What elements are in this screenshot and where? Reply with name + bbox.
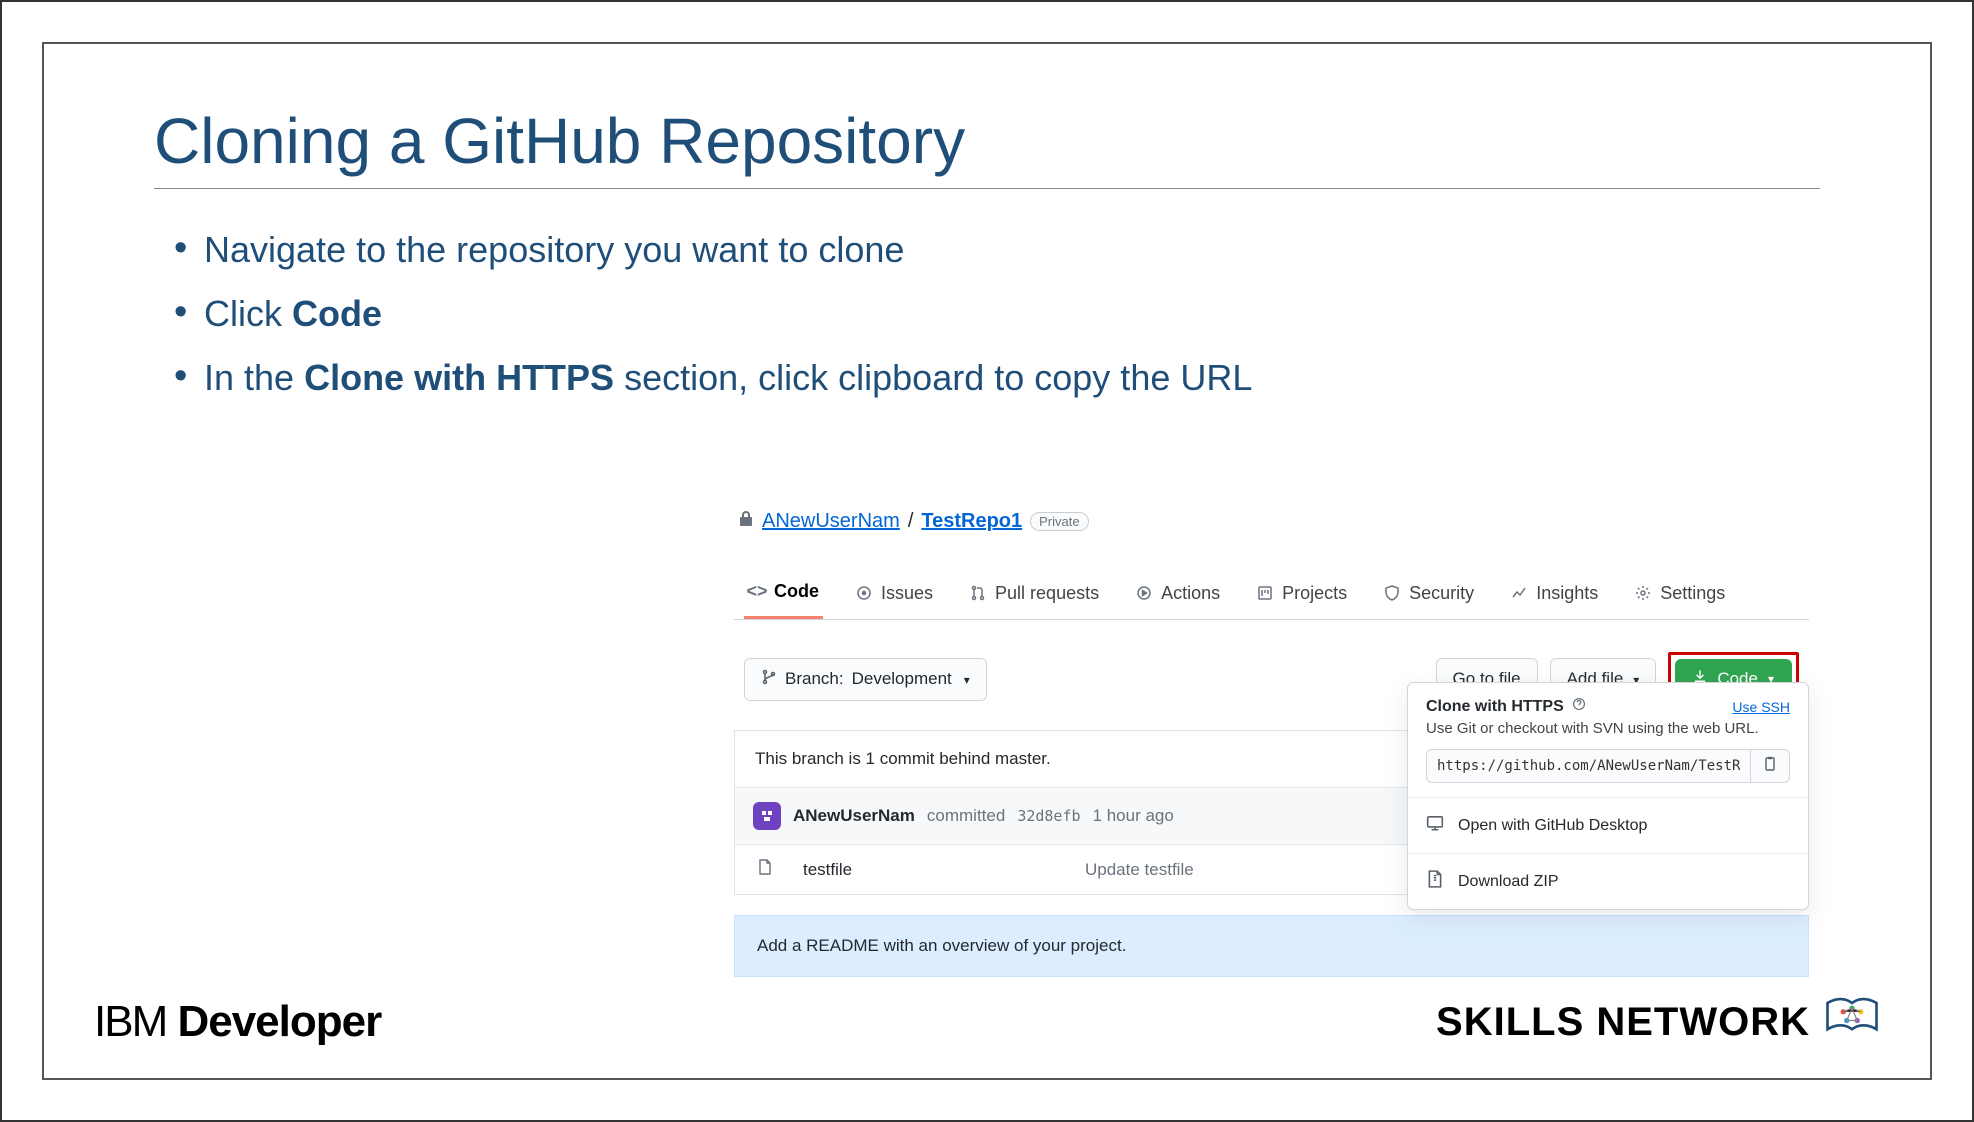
- tab-projects-label: Projects: [1282, 583, 1347, 604]
- lock-icon: [738, 510, 754, 533]
- zip-icon: [1426, 870, 1444, 893]
- commit-time: 1 hour ago: [1093, 806, 1174, 826]
- gear-icon: [1634, 584, 1652, 602]
- tab-pulls-label: Pull requests: [995, 583, 1099, 604]
- clone-popover-title: Clone with HTTPS: [1426, 698, 1564, 716]
- bullet-3-post: section, click clipboard to copy the URL: [614, 357, 1252, 398]
- bullet-1-text: Navigate to the repository you want to c…: [204, 229, 904, 270]
- ibm-text: IBM: [94, 997, 166, 1046]
- book-icon: [1824, 996, 1880, 1048]
- repo-separator: /: [908, 510, 914, 533]
- tab-issues-label: Issues: [881, 583, 933, 604]
- issue-icon: [855, 584, 873, 602]
- commit-sha: 32d8efb: [1017, 807, 1080, 825]
- branch-selector[interactable]: Branch: Development: [744, 658, 987, 701]
- open-desktop-item[interactable]: Open with GitHub Desktop: [1408, 797, 1808, 853]
- file-commit-message: Update testfile: [1085, 860, 1194, 880]
- tab-code-label: Code: [774, 581, 819, 602]
- tab-settings[interactable]: Settings: [1630, 567, 1729, 619]
- tab-settings-label: Settings: [1660, 583, 1725, 604]
- repo-tabs: <> Code Issues Pull requests: [734, 567, 1809, 620]
- visibility-badge: Private: [1030, 512, 1088, 531]
- slide-title: Cloning a GitHub Repository: [154, 104, 1820, 189]
- tab-actions[interactable]: Actions: [1131, 567, 1224, 619]
- file-icon: [757, 859, 773, 880]
- tab-projects[interactable]: Projects: [1252, 567, 1351, 619]
- skills-network-text: SKILLS NETWORK: [1436, 1000, 1810, 1045]
- open-desktop-label: Open with GitHub Desktop: [1458, 817, 1647, 835]
- repo-owner-link[interactable]: ANewUserNam: [762, 510, 900, 533]
- code-icon: <>: [748, 583, 766, 601]
- copy-url-button[interactable]: [1751, 749, 1790, 783]
- bullet-3-bold: Clone with HTTPS: [304, 357, 614, 398]
- bullet-3: In the Clone with HTTPS section, click c…: [174, 357, 1820, 399]
- avatar: [753, 802, 781, 830]
- tab-code[interactable]: <> Code: [744, 567, 823, 619]
- tab-issues[interactable]: Issues: [851, 567, 937, 619]
- commit-user: ANewUserNam: [793, 806, 915, 826]
- tab-insights-label: Insights: [1536, 583, 1598, 604]
- tab-actions-label: Actions: [1161, 583, 1220, 604]
- shield-icon: [1383, 584, 1401, 602]
- repo-name-link[interactable]: TestRepo1: [921, 510, 1022, 533]
- chevron-down-icon: [960, 669, 970, 689]
- bullet-2-bold: Code: [292, 293, 382, 334]
- github-screenshot: ANewUserNam / TestRepo1 Private <> Code …: [734, 504, 1809, 977]
- branch-name: Development: [852, 669, 952, 689]
- file-name: testfile: [803, 860, 852, 880]
- play-icon: [1135, 584, 1153, 602]
- project-icon: [1256, 584, 1274, 602]
- download-zip-item[interactable]: Download ZIP: [1408, 853, 1808, 909]
- download-zip-label: Download ZIP: [1458, 873, 1559, 891]
- commit-verb: committed: [927, 806, 1005, 826]
- bullet-list: Navigate to the repository you want to c…: [154, 229, 1820, 399]
- tab-security[interactable]: Security: [1379, 567, 1478, 619]
- bullet-2: Click Code: [174, 293, 1820, 335]
- bullet-3-pre: In the: [204, 357, 304, 398]
- bullet-1: Navigate to the repository you want to c…: [174, 229, 1820, 271]
- clone-popover-description: Use Git or checkout with SVN using the w…: [1408, 720, 1808, 749]
- branch-icon: [761, 669, 777, 690]
- developer-text: Developer: [177, 997, 381, 1046]
- repo-header: ANewUserNam / TestRepo1 Private: [734, 504, 1809, 539]
- bullet-2-pre: Click: [204, 293, 292, 334]
- tab-security-label: Security: [1409, 583, 1474, 604]
- clone-popover: Clone with HTTPS Use SSH Use Git or chec…: [1407, 682, 1809, 910]
- branch-label: Branch:: [785, 669, 844, 689]
- desktop-icon: [1426, 814, 1444, 837]
- tab-insights[interactable]: Insights: [1506, 567, 1602, 619]
- pr-icon: [969, 584, 987, 602]
- clone-url-input[interactable]: [1426, 749, 1751, 783]
- clipboard-icon: [1762, 756, 1778, 777]
- graph-icon: [1510, 584, 1528, 602]
- readme-banner: Add a README with an overview of your pr…: [734, 915, 1809, 977]
- use-ssh-link[interactable]: Use SSH: [1732, 699, 1790, 715]
- tab-pulls[interactable]: Pull requests: [965, 567, 1103, 619]
- ibm-developer-logo: IBM Developer: [94, 997, 381, 1047]
- skills-network-logo: SKILLS NETWORK: [1436, 996, 1880, 1048]
- help-icon[interactable]: [1572, 697, 1586, 716]
